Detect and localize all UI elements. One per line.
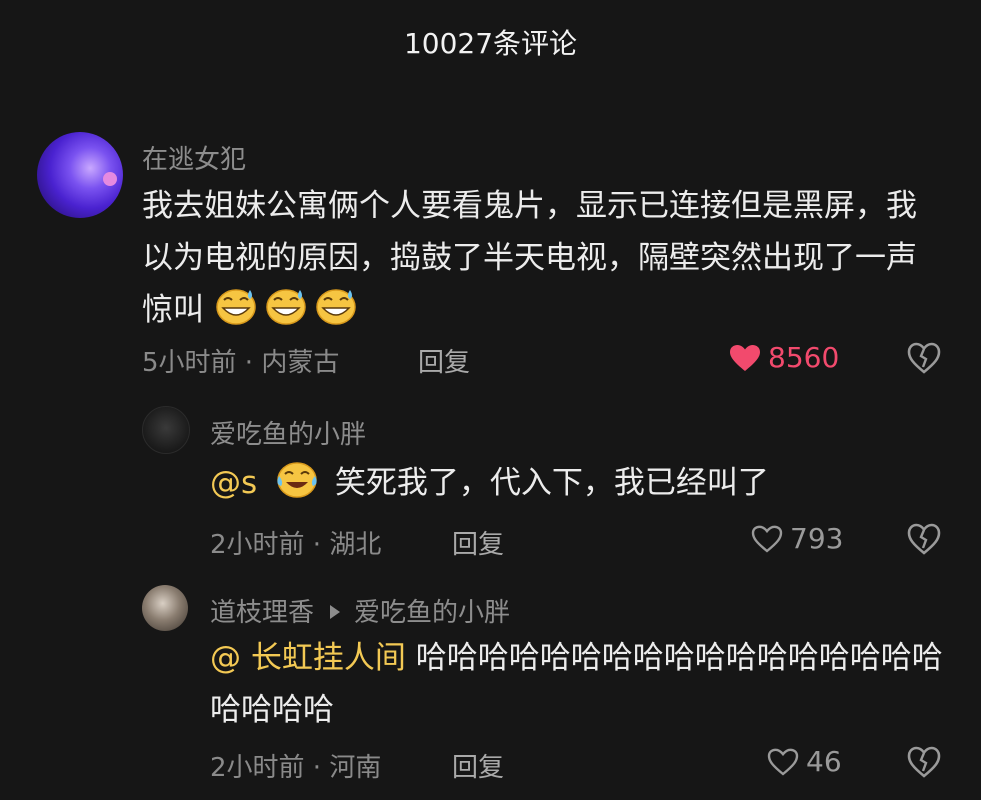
reply-button[interactable]: 回复 [418, 342, 470, 379]
reply-meta: 2小时前 · 河南 [210, 753, 382, 783]
dislike-broken-heart-icon[interactable] [906, 745, 942, 779]
reply-text-block: @s 笑死我了，代入下，我已经叫了 [210, 457, 950, 509]
like-count: 46 [806, 745, 842, 778]
avatar[interactable] [142, 585, 188, 631]
comment-text: 我去姐妹公寓俩个人要看鬼片，显示已连接但是黑屏，我以为电视的原因，捣鼓了半天电视… [142, 188, 917, 328]
avatar[interactable] [37, 132, 123, 218]
reply-text: 笑死我了，代入下，我已经叫了 [334, 465, 769, 501]
reply-button[interactable]: 回复 [452, 524, 504, 561]
heart-outline-icon [751, 525, 783, 553]
like-button[interactable]: 8560 [728, 341, 839, 374]
like-count: 793 [790, 522, 844, 555]
reply-username[interactable]: 道枝理香 [210, 598, 314, 628]
comment-text-block: 我去姐妹公寓俩个人要看鬼片，显示已连接但是黑屏，我以为电视的原因，捣鼓了半天电视… [142, 180, 942, 336]
sweat-grin-emoji [316, 289, 356, 325]
heart-outline-icon [767, 748, 799, 776]
mention[interactable]: @ 长虹挂人间 [210, 640, 406, 676]
reply-text-block: @ 长虹挂人间 哈哈哈哈哈哈哈哈哈哈哈哈哈哈哈哈哈哈哈哈哈 [210, 632, 950, 736]
like-count: 8560 [768, 341, 840, 374]
comments-count-title: 10027条评论 [403, 27, 578, 60]
mention[interactable]: @s [210, 465, 257, 501]
reply-username[interactable]: 爱吃鱼的小胖 [210, 414, 366, 451]
dislike-broken-heart-icon[interactable] [906, 522, 942, 556]
reply-to-username[interactable]: 爱吃鱼的小胖 [354, 598, 510, 628]
like-button[interactable]: 793 [750, 522, 843, 555]
avatar[interactable] [142, 406, 190, 454]
reply-username-line: 道枝理香 爱吃鱼的小胖 [210, 592, 510, 629]
comment-meta: 5小时前 · 内蒙古 [142, 348, 340, 378]
sweat-grin-emoji [216, 289, 256, 325]
tears-of-joy-emoji [277, 462, 317, 498]
reply-button[interactable]: 回复 [452, 747, 504, 784]
heart-filled-icon [730, 344, 760, 371]
sweat-grin-emoji [266, 289, 306, 325]
reply-meta: 2小时前 · 湖北 [210, 530, 382, 560]
dislike-broken-heart-icon[interactable] [906, 341, 942, 375]
like-button[interactable]: 46 [766, 745, 842, 778]
reply-to-arrow-icon [330, 605, 341, 619]
comment-username[interactable]: 在逃女犯 [142, 139, 246, 176]
